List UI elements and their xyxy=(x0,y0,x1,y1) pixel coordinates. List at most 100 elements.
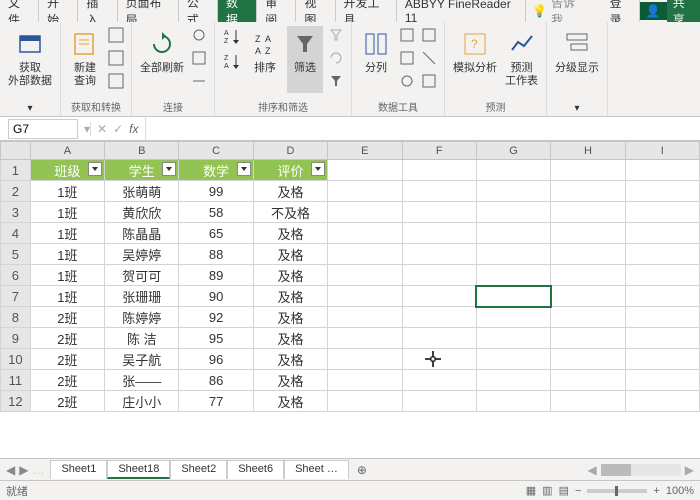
normal-view-button[interactable]: ▦ xyxy=(526,484,536,497)
col-header-B[interactable]: B xyxy=(105,142,179,160)
filter-dropdown-icon[interactable] xyxy=(237,162,251,176)
clear-filter-button[interactable] xyxy=(327,26,345,47)
cell[interactable] xyxy=(625,286,699,307)
row-header-9[interactable]: 9 xyxy=(1,328,31,349)
cell[interactable] xyxy=(625,265,699,286)
cell[interactable]: 96 xyxy=(179,349,253,370)
cell[interactable]: 58 xyxy=(179,202,253,223)
sheet-tab-Sheet6[interactable]: Sheet6 xyxy=(227,460,284,479)
cell[interactable] xyxy=(402,202,476,223)
menu-tab-文件[interactable]: 文件 xyxy=(0,0,39,22)
cell[interactable]: 及格 xyxy=(253,286,327,307)
sheet-tab-Sheet18[interactable]: Sheet18 xyxy=(107,460,170,479)
cell[interactable]: 陈婷婷 xyxy=(105,307,179,328)
cell[interactable] xyxy=(328,286,402,307)
cell[interactable] xyxy=(551,265,625,286)
row-header-1[interactable]: 1 xyxy=(1,160,31,181)
properties-button[interactable] xyxy=(190,49,208,70)
cell[interactable]: 吴婷婷 xyxy=(105,244,179,265)
tell-me[interactable]: 💡 告诉我… xyxy=(526,0,601,22)
outline-button[interactable]: 分级显示 xyxy=(553,26,601,77)
page-layout-button[interactable]: ▥ xyxy=(542,484,552,497)
row-header-6[interactable]: 6 xyxy=(1,265,31,286)
reapply-button[interactable] xyxy=(327,49,345,70)
cell[interactable]: 及格 xyxy=(253,265,327,286)
menu-tab-开始[interactable]: 开始 xyxy=(39,0,78,22)
menu-tab-开发工具[interactable]: 开发工具 xyxy=(336,0,397,22)
cell[interactable] xyxy=(551,370,625,391)
data-validation-button[interactable] xyxy=(398,72,416,93)
cell[interactable] xyxy=(476,160,550,181)
col-header-E[interactable]: E xyxy=(328,142,402,160)
cell[interactable] xyxy=(551,286,625,307)
cell[interactable]: 89 xyxy=(179,265,253,286)
cell[interactable]: 1班 xyxy=(30,286,104,307)
cell[interactable]: 88 xyxy=(179,244,253,265)
cell[interactable] xyxy=(328,370,402,391)
page-break-button[interactable]: ▤ xyxy=(559,484,569,497)
cell[interactable]: 92 xyxy=(179,307,253,328)
cell[interactable] xyxy=(328,160,402,181)
cell[interactable] xyxy=(625,370,699,391)
cell[interactable] xyxy=(551,223,625,244)
cell[interactable] xyxy=(402,391,476,412)
cell[interactable] xyxy=(328,244,402,265)
fx-icon[interactable]: fx xyxy=(129,122,138,136)
cell[interactable] xyxy=(551,181,625,202)
col-header-D[interactable]: D xyxy=(253,142,327,160)
new-query-button[interactable]: 新建 查询 xyxy=(67,26,103,93)
text-to-columns-button[interactable]: 分列 xyxy=(358,26,394,93)
h-scrollbar[interactable] xyxy=(601,464,681,476)
cell[interactable]: 陈晶晶 xyxy=(105,223,179,244)
cell[interactable] xyxy=(476,307,550,328)
col-header-I[interactable]: I xyxy=(625,142,699,160)
cell[interactable]: 2班 xyxy=(30,307,104,328)
cell[interactable] xyxy=(402,160,476,181)
col-header-H[interactable]: H xyxy=(551,142,625,160)
worksheet[interactable]: ABCDEFGHI1班级学生数学评价21班张萌萌99及格31班黄欣欣58不及格4… xyxy=(0,141,700,458)
cell[interactable] xyxy=(625,328,699,349)
data-model-button[interactable] xyxy=(420,72,438,93)
col-header-G[interactable]: G xyxy=(476,142,550,160)
recent-sources-button[interactable] xyxy=(107,72,125,93)
sort-za-button[interactable]: ZA xyxy=(221,51,243,74)
row-header-5[interactable]: 5 xyxy=(1,244,31,265)
cell[interactable]: 及格 xyxy=(253,391,327,412)
remove-duplicates-button[interactable] xyxy=(398,49,416,70)
row-header-10[interactable]: 10 xyxy=(1,349,31,370)
menu-tab-视图[interactable]: 视图 xyxy=(296,0,335,22)
connections-button[interactable] xyxy=(190,26,208,47)
row-header-12[interactable]: 12 xyxy=(1,391,31,412)
cell[interactable]: 1班 xyxy=(30,244,104,265)
cell[interactable]: 1班 xyxy=(30,202,104,223)
col-header-C[interactable]: C xyxy=(179,142,253,160)
cell[interactable] xyxy=(551,202,625,223)
cell[interactable]: 86 xyxy=(179,370,253,391)
forecast-button[interactable]: 预测 工作表 xyxy=(503,26,540,90)
row-header-2[interactable]: 2 xyxy=(1,181,31,202)
cell[interactable]: 2班 xyxy=(30,328,104,349)
zoom-slider[interactable] xyxy=(587,489,647,493)
cell[interactable] xyxy=(402,265,476,286)
cell[interactable] xyxy=(625,307,699,328)
cell[interactable] xyxy=(625,244,699,265)
sort-az-button[interactable]: AZ xyxy=(221,26,243,49)
cell[interactable] xyxy=(551,328,625,349)
cell[interactable] xyxy=(402,370,476,391)
menu-tab-数据[interactable]: 数据 xyxy=(218,0,257,22)
sheet-tab-Sheet1[interactable]: Sheet1 xyxy=(50,460,107,479)
menu-tab-页面布局[interactable]: 页面布局 xyxy=(118,0,179,22)
consolidate-button[interactable] xyxy=(420,26,438,47)
cell[interactable]: 65 xyxy=(179,223,253,244)
cell[interactable] xyxy=(625,349,699,370)
filter-dropdown-icon[interactable] xyxy=(88,162,102,176)
sheet-nav-next[interactable]: ▶ xyxy=(19,463,28,477)
cell[interactable]: 1班 xyxy=(30,181,104,202)
cell[interactable] xyxy=(551,244,625,265)
cancel-icon[interactable]: ✕ xyxy=(97,122,107,136)
enter-icon[interactable]: ✓ xyxy=(113,122,123,136)
cell[interactable]: 庄小小 xyxy=(105,391,179,412)
cell[interactable] xyxy=(476,286,550,307)
cell[interactable] xyxy=(402,307,476,328)
cell[interactable]: 及格 xyxy=(253,349,327,370)
